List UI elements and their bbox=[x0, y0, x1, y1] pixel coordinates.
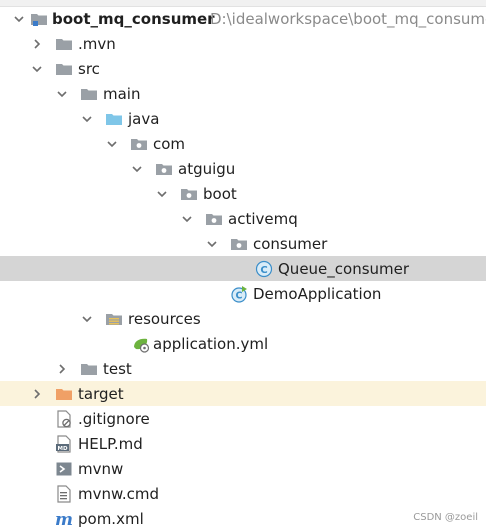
svg-text:C: C bbox=[236, 290, 243, 301]
source-folder-icon bbox=[105, 110, 123, 128]
text-file-icon bbox=[55, 484, 73, 503]
tree-label-demo-application: DemoApplication bbox=[253, 284, 382, 303]
watermark: CSDN @zoeil bbox=[413, 512, 478, 523]
shell-icon bbox=[55, 460, 73, 478]
resources-folder-icon bbox=[105, 310, 123, 328]
tree-row-project-root[interactable]: boot_mq_consumer D:\idealworkspace\boot_… bbox=[0, 6, 486, 31]
tree-row-queue-consumer[interactable]: C Queue_consumer bbox=[0, 256, 486, 281]
tree-row-boot[interactable]: boot bbox=[0, 181, 486, 206]
tree-row-help-md[interactable]: MD HELP.md bbox=[0, 431, 486, 456]
svg-text:MD: MD bbox=[57, 445, 67, 451]
class-icon: C bbox=[255, 260, 273, 278]
tree-label-pom-xml: pom.xml bbox=[78, 509, 144, 528]
tree-row-mvnw-cmd[interactable]: mvnw.cmd bbox=[0, 481, 486, 506]
chevron-down-icon[interactable] bbox=[130, 162, 144, 176]
chevron-down-icon[interactable] bbox=[80, 112, 94, 126]
markdown-icon: MD bbox=[55, 434, 73, 453]
chevron-down-icon[interactable] bbox=[105, 137, 119, 151]
tree-label-java: java bbox=[128, 109, 160, 128]
project-folder-icon bbox=[30, 10, 48, 28]
tree-row-atguigu[interactable]: atguigu bbox=[0, 156, 486, 181]
package-icon bbox=[230, 235, 248, 253]
tree-row-java[interactable]: java bbox=[0, 106, 486, 131]
tree-label-mvnw-cmd: mvnw.cmd bbox=[78, 484, 160, 503]
tree-row-activemq[interactable]: activemq bbox=[0, 206, 486, 231]
project-name: boot_mq_consumer bbox=[52, 9, 215, 28]
tree-label-queue-consumer: Queue_consumer bbox=[278, 259, 410, 278]
package-icon bbox=[205, 210, 223, 228]
package-icon bbox=[130, 135, 148, 153]
maven-icon: m bbox=[55, 510, 73, 528]
folder-icon bbox=[80, 360, 98, 378]
chevron-right-icon[interactable] bbox=[55, 362, 69, 376]
tree-label-gitignore: .gitignore bbox=[78, 409, 150, 428]
tree-row-mvnw[interactable]: mvnw bbox=[0, 456, 486, 481]
tree-label-main: main bbox=[103, 84, 141, 103]
project-tree: boot_mq_consumer D:\idealworkspace\boot_… bbox=[0, 0, 486, 530]
chevron-right-icon[interactable] bbox=[30, 37, 44, 51]
chevron-down-icon[interactable] bbox=[12, 12, 26, 26]
tree-label-atguigu: atguigu bbox=[178, 159, 236, 178]
tree-row-application-yml[interactable]: application.yml bbox=[0, 331, 486, 356]
tree-label-activemq: activemq bbox=[228, 209, 298, 228]
tree-row-target[interactable]: target bbox=[0, 381, 486, 406]
tree-row-com[interactable]: com bbox=[0, 131, 486, 156]
chevron-down-icon[interactable] bbox=[80, 312, 94, 326]
folder-icon bbox=[80, 85, 98, 103]
tree-label-target: target bbox=[78, 384, 124, 403]
tree-label-com: com bbox=[153, 134, 186, 153]
tree-row-main[interactable]: main bbox=[0, 81, 486, 106]
tree-label-src: src bbox=[78, 59, 100, 78]
tree-label-application-yml: application.yml bbox=[153, 334, 269, 353]
excluded-folder-icon bbox=[55, 385, 73, 403]
tree-row-consumer[interactable]: consumer bbox=[0, 231, 486, 256]
tree-label-mvnw: mvnw bbox=[78, 459, 124, 478]
tree-label-help-md: HELP.md bbox=[78, 434, 143, 453]
svg-text:m: m bbox=[55, 510, 73, 528]
tree-row-resources[interactable]: resources bbox=[0, 306, 486, 331]
tree-label-mvn: .mvn bbox=[78, 34, 116, 53]
tree-label-consumer: consumer bbox=[253, 234, 328, 253]
tree-row-mvn[interactable]: .mvn bbox=[0, 31, 486, 56]
tree-row-src[interactable]: src bbox=[0, 56, 486, 81]
tree-row-test[interactable]: test bbox=[0, 356, 486, 381]
chevron-down-icon[interactable] bbox=[180, 212, 194, 226]
yml-icon bbox=[132, 335, 150, 353]
tree-label-test: test bbox=[103, 359, 132, 378]
tree-row-demo-application[interactable]: C DemoApplication bbox=[0, 281, 486, 306]
chevron-down-icon[interactable] bbox=[205, 237, 219, 251]
package-icon bbox=[180, 185, 198, 203]
folder-icon bbox=[55, 60, 73, 78]
folder-icon bbox=[55, 35, 73, 53]
chevron-down-icon[interactable] bbox=[30, 62, 44, 76]
package-icon bbox=[155, 160, 173, 178]
chevron-right-icon[interactable] bbox=[30, 387, 44, 401]
project-path: D:\idealworkspace\boot_mq_consumer bbox=[210, 9, 486, 28]
svg-text:C: C bbox=[260, 264, 267, 275]
tree-label-boot: boot bbox=[203, 184, 237, 203]
spring-boot-class-icon: C bbox=[230, 285, 248, 303]
chevron-down-icon[interactable] bbox=[155, 187, 169, 201]
ignore-file-icon bbox=[55, 409, 73, 428]
chevron-down-icon[interactable] bbox=[55, 87, 69, 101]
tree-row-gitignore[interactable]: .gitignore bbox=[0, 406, 486, 431]
tree-label-resources: resources bbox=[128, 309, 201, 328]
